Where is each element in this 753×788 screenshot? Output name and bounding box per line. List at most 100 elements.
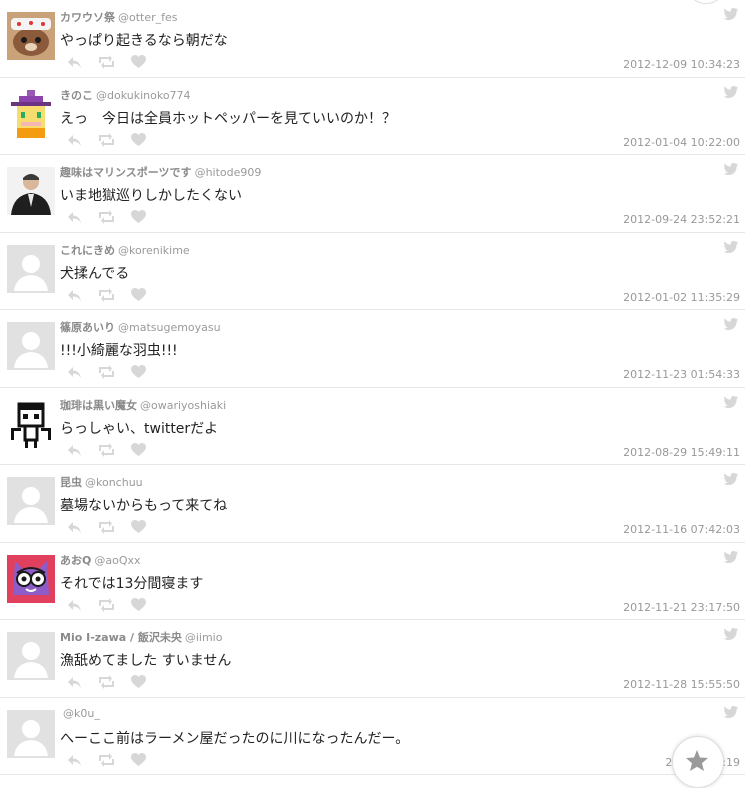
favorite-heart-icon[interactable] — [131, 752, 146, 767]
favorite-heart-icon[interactable] — [131, 675, 146, 689]
reply-icon[interactable] — [67, 520, 82, 534]
retweet-icon[interactable] — [99, 752, 114, 767]
retweet-icon[interactable] — [99, 442, 114, 457]
avatar[interactable] — [7, 89, 55, 138]
retweet-icon[interactable] — [99, 210, 114, 224]
avatar[interactable] — [7, 709, 55, 758]
tweet-text: 墓場ないからもって来てね — [60, 498, 228, 514]
retweet-icon[interactable] — [99, 365, 114, 379]
tweet-actions — [67, 365, 146, 379]
avatar[interactable] — [7, 554, 55, 603]
avatar[interactable] — [7, 12, 55, 60]
retweet-icon[interactable] — [99, 520, 114, 534]
user-handle[interactable]: @korenikime — [118, 244, 190, 257]
reply-icon[interactable] — [67, 288, 82, 302]
retweet-icon[interactable] — [99, 132, 114, 147]
tweet-text: それでは13分間寝ます — [60, 575, 204, 592]
tweet-text: !!!小綺麗な羽虫!!! — [60, 343, 178, 359]
twitter-bird-icon[interactable] — [724, 318, 738, 330]
twitter-bird-icon[interactable] — [724, 473, 738, 485]
favorite-star-button[interactable] — [672, 736, 724, 788]
timestamp[interactable]: 2012-01-04 10:22:00 — [623, 136, 740, 149]
favorite-heart-icon[interactable] — [131, 365, 146, 379]
timestamp[interactable]: 2012-11-16 07:42:03 — [623, 523, 740, 536]
tweet: あおQ @aoQxx それでは13分間寝ます 2012-11-21 23:17:5… — [0, 543, 745, 620]
favorite-heart-icon[interactable] — [131, 597, 146, 612]
twitter-bird-icon[interactable] — [724, 240, 738, 253]
retweet-icon[interactable] — [99, 287, 114, 302]
timestamp[interactable]: 2012-08-29 15:49:11 — [623, 446, 740, 459]
twitter-bird-icon[interactable] — [724, 628, 738, 640]
timestamp[interactable]: 2012-11-23 01:54:33 — [623, 368, 740, 381]
reply-icon[interactable] — [67, 753, 82, 767]
twitter-bird-icon[interactable] — [724, 8, 738, 20]
avatar[interactable] — [7, 322, 55, 370]
tweet-text: えっ 今日は全員ホットペッパーを見ていいのか！？ — [60, 110, 396, 127]
user-name[interactable]: Mio I-zawa / 飯沢未央 — [60, 631, 182, 644]
reply-icon[interactable] — [67, 55, 82, 69]
timestamp[interactable]: 2012-09-24 23:52:21 — [623, 213, 740, 226]
tweet-actions — [67, 597, 146, 612]
user-name[interactable]: 趣味はマリンスポーツです — [60, 166, 192, 179]
tweet: これにきめ @korenikime 犬揉んでる 2012-01-02 11:35:… — [0, 233, 745, 310]
tweet: 篠原あいり @matsugemoyasu !!!小綺麗な羽虫!!! 2012-11… — [0, 310, 745, 388]
user-name[interactable]: カワウソ祭 — [60, 11, 115, 24]
favorite-heart-icon[interactable] — [131, 520, 146, 534]
twitter-bird-icon[interactable] — [724, 550, 738, 563]
user-name[interactable]: あおQ — [60, 554, 91, 567]
avatar[interactable] — [7, 632, 55, 680]
user-handle[interactable]: @konchuu — [85, 476, 143, 489]
user-name[interactable]: 珈琲は黒い魔女 — [60, 399, 137, 412]
user-handle[interactable]: @aoQxx — [94, 554, 140, 567]
user-handle[interactable]: @matsugemoyasu — [118, 321, 221, 334]
timestamp[interactable]: 2012-12-09 10:34:23 — [623, 58, 740, 71]
reply-icon[interactable] — [67, 598, 82, 612]
tweet: Mio I-zawa / 飯沢未央 @iimio 漁舐めてました すいません 20… — [0, 620, 745, 698]
favorite-heart-icon[interactable] — [131, 287, 146, 302]
avatar[interactable] — [7, 244, 55, 293]
reply-icon[interactable] — [67, 443, 82, 457]
tweet-text: 漁舐めてました すいません — [60, 653, 232, 669]
tweet: 昆虫 @konchuu 墓場ないからもって来てね 2012-11-16 07:42… — [0, 465, 745, 543]
favorite-heart-icon[interactable] — [131, 55, 146, 69]
tweet: @k0u_ へーここ前はラーメン屋だったのに川になったんだー。 2012-1…7… — [0, 698, 745, 775]
avatar[interactable] — [7, 477, 55, 525]
retweet-icon[interactable] — [99, 55, 114, 69]
reply-icon[interactable] — [67, 133, 82, 147]
user-handle[interactable]: @k0u_ — [63, 707, 100, 720]
timestamp[interactable]: 2012-11-21 23:17:50 — [623, 601, 740, 614]
timeline: カワウソ祭 @otter_fes やっぱり起きるなら朝だな 2012-12-09 … — [0, 0, 745, 775]
avatar[interactable] — [7, 399, 55, 448]
user-handle[interactable]: @hitode909 — [195, 166, 262, 179]
retweet-icon[interactable] — [99, 597, 114, 612]
timestamp[interactable]: 2012-01-02 11:35:29 — [623, 291, 740, 304]
user-handle[interactable]: @iimio — [185, 631, 223, 644]
twitter-bird-icon[interactable] — [724, 705, 738, 718]
favorite-heart-icon[interactable] — [131, 442, 146, 457]
user-name[interactable]: これにきめ — [60, 244, 115, 257]
reply-icon[interactable] — [67, 675, 82, 689]
twitter-bird-icon[interactable] — [724, 163, 738, 175]
tweet-actions — [67, 132, 146, 147]
reply-icon[interactable] — [67, 210, 82, 224]
avatar[interactable] — [7, 167, 55, 215]
timestamp[interactable]: 2012-11-28 15:55:50 — [623, 678, 740, 691]
user-handle[interactable]: @otter_fes — [118, 11, 178, 24]
favorite-heart-icon[interactable] — [131, 210, 146, 224]
twitter-bird-icon[interactable] — [724, 85, 738, 98]
tweet-actions — [67, 287, 146, 302]
user-handle[interactable]: @owariyoshiaki — [140, 399, 226, 412]
tweet: 趣味はマリンスポーツです @hitode909 いま地獄巡りしかしたくない 201… — [0, 155, 745, 233]
pixel-robot-avatar-icon — [7, 399, 55, 448]
favorite-heart-icon[interactable] — [131, 132, 146, 147]
tweet-text: らっしゃい、twitterだよ — [60, 420, 219, 437]
reply-icon[interactable] — [67, 365, 82, 379]
user-name[interactable]: 昆虫 — [60, 476, 82, 489]
user-name[interactable]: きのこ — [60, 89, 93, 102]
retweet-icon[interactable] — [99, 675, 114, 689]
otter-avatar-icon — [7, 12, 55, 60]
default-user-icon — [7, 632, 55, 680]
user-name[interactable]: 篠原あいり — [60, 321, 115, 334]
user-handle[interactable]: @dokukinoko774 — [96, 89, 191, 102]
twitter-bird-icon[interactable] — [724, 395, 738, 408]
